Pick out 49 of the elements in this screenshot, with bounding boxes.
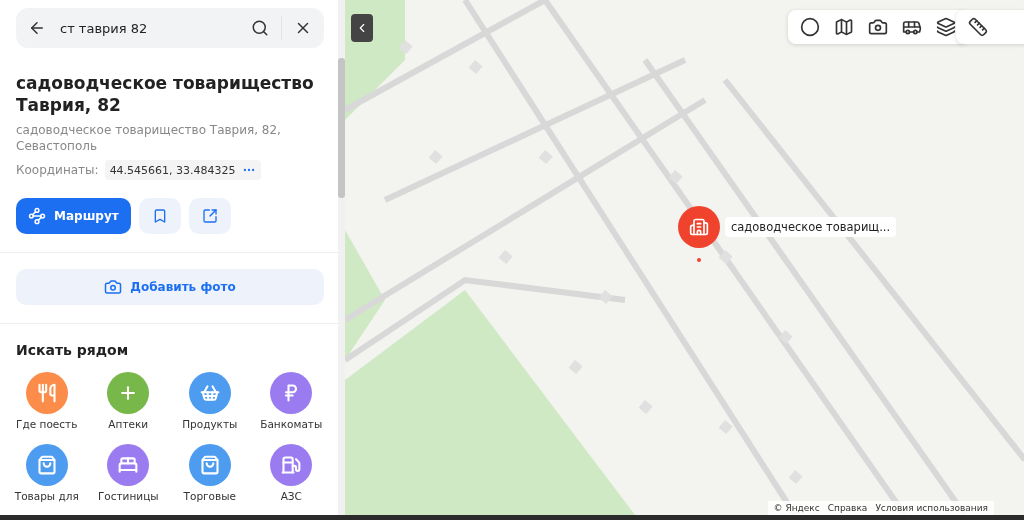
- category-label: Товары для: [14, 490, 79, 502]
- category-label: Где поесть: [16, 418, 78, 430]
- category-label: Гостиницы: [97, 490, 159, 502]
- scrollbar-thumb[interactable]: [338, 58, 345, 198]
- fuel-icon: [281, 455, 302, 475]
- category-label: Банкоматы: [260, 418, 323, 430]
- place-address: садоводческое товарищество Таврия, 82, Севастополь: [16, 122, 282, 154]
- place-title: садоводческое товарищество Таврия, 82: [16, 72, 315, 116]
- attribution-link[interactable]: Справка: [827, 503, 868, 513]
- food-icon: [36, 383, 57, 403]
- bookmark-button[interactable]: [138, 198, 181, 234]
- pin-point: [697, 258, 701, 262]
- category-button[interactable]: [25, 372, 68, 414]
- pin-label: садоводческое товарищ...: [725, 217, 897, 237]
- section-heading: Искать рядом: [16, 342, 130, 358]
- grocery-icon: [199, 383, 220, 403]
- category-label: Продукты: [182, 418, 238, 430]
- category-button[interactable]: [107, 372, 150, 414]
- category-button[interactable]: [188, 444, 231, 486]
- share-icon: [201, 208, 218, 224]
- camera-icon[interactable]: [868, 17, 888, 37]
- location-pin[interactable]: [678, 206, 720, 248]
- building-icon: [689, 217, 709, 237]
- layers-icon[interactable]: [936, 17, 956, 37]
- circle-icon[interactable]: [800, 17, 820, 37]
- bag-icon: [199, 455, 220, 475]
- search-field[interactable]: ст таврия 82: [58, 19, 239, 37]
- map-icon[interactable]: [834, 17, 854, 37]
- coordinates-label: Координаты:: [16, 163, 99, 177]
- category-button[interactable]: [270, 444, 313, 486]
- attribution-link[interactable]: Условия использования: [875, 503, 988, 513]
- hotel-icon: [118, 455, 139, 475]
- camera-icon: [104, 278, 123, 296]
- category-button[interactable]: [107, 444, 150, 486]
- route-icon: [28, 207, 46, 225]
- category-label: Аптеки: [108, 418, 149, 430]
- attribution-link[interactable]: © Яндекс: [773, 503, 820, 513]
- category-label: Торговые: [183, 490, 236, 502]
- category-button[interactable]: [25, 444, 68, 486]
- category-label: АЗС: [280, 490, 302, 502]
- share-button[interactable]: [188, 198, 231, 234]
- route-button[interactable]: Маршрут: [16, 198, 131, 234]
- add-photo-button[interactable]: Добавить фото: [16, 269, 324, 305]
- ruler-icon[interactable]: [968, 17, 988, 37]
- category-button[interactable]: [270, 372, 313, 414]
- category-button[interactable]: [188, 372, 231, 414]
- coordinates-chip[interactable]: 44.545661, 33.484325: [104, 160, 261, 180]
- collapse-panel-button[interactable]: [351, 14, 373, 42]
- bag-icon: [36, 455, 57, 475]
